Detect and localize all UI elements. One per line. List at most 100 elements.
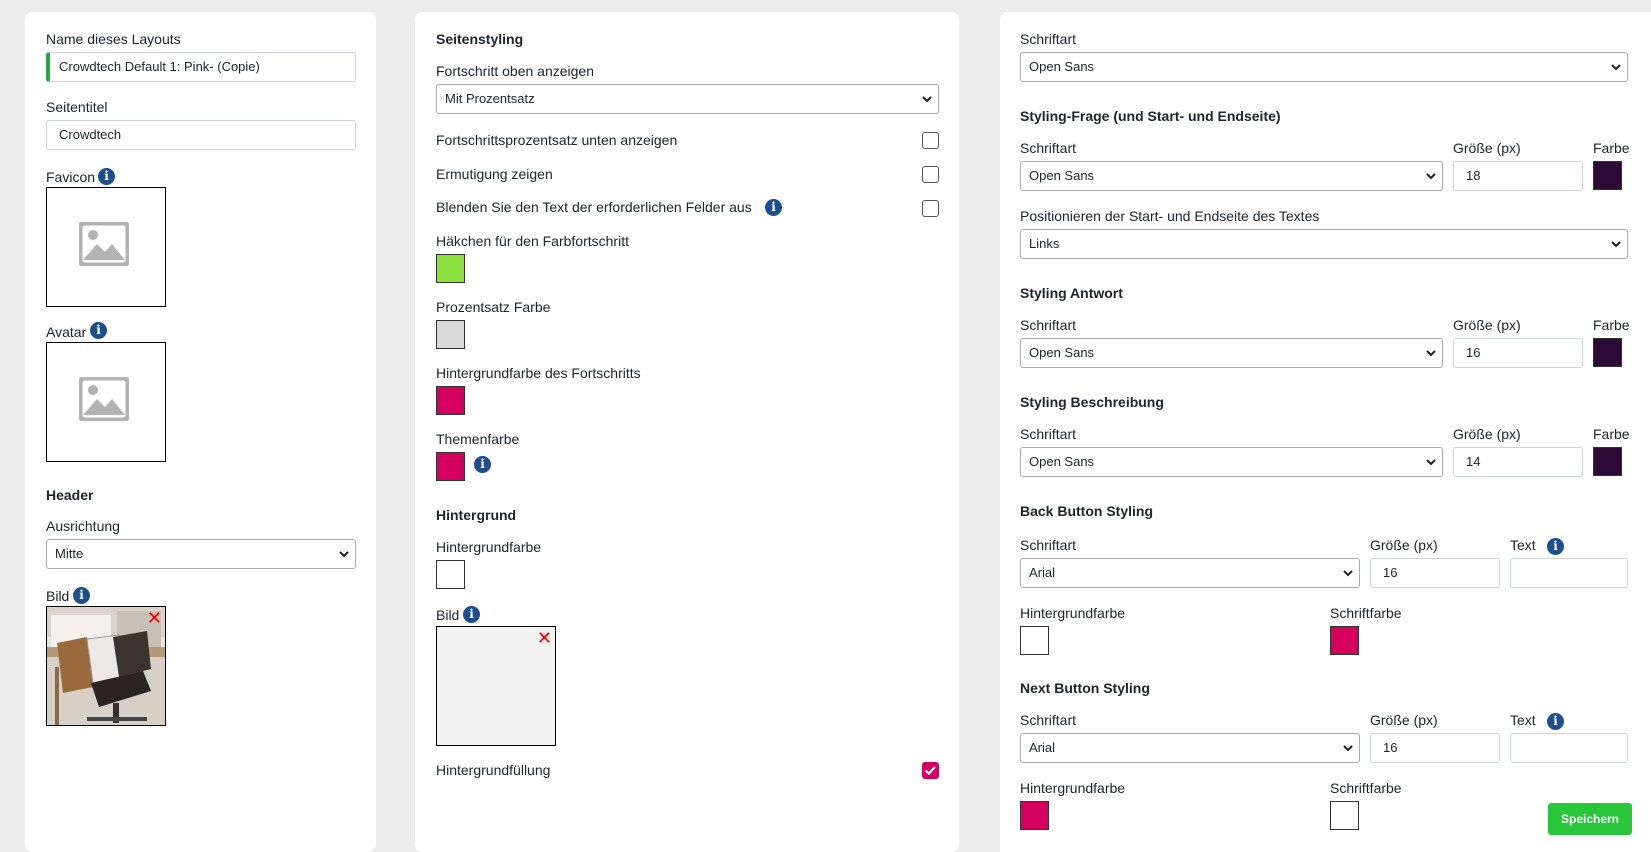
answer-color-swatch[interactable] (1593, 338, 1622, 367)
favicon-label: Favicon (46, 169, 96, 185)
chevron-down-icon (1343, 745, 1353, 752)
progress-top-select[interactable]: Mit Prozentsatz (436, 84, 939, 114)
description-font-select[interactable]: Open Sans (1020, 447, 1443, 477)
position-label: Positionieren der Start- und Endseite de… (1020, 208, 1320, 224)
encouragement-label: Ermutigung zeigen (436, 166, 553, 182)
bg-image-upload[interactable]: ✕ (436, 626, 556, 746)
next-text-info-icon[interactable]: i (1547, 713, 1564, 730)
hide-required-info-icon[interactable]: i (765, 199, 782, 216)
layout-name-input[interactable]: Crowdtech Default 1: Pink- (Copie) (46, 52, 356, 82)
tick-color-swatch[interactable] (436, 254, 465, 283)
question-font-select[interactable]: Open Sans (1020, 161, 1443, 191)
avatar-upload[interactable] (46, 342, 166, 462)
theme-color-swatch[interactable] (436, 452, 465, 481)
description-size-input[interactable]: 14 (1453, 447, 1583, 477)
bg-color-label: Hintergrundfarbe (436, 539, 542, 555)
question-font-label: Schriftart (1020, 140, 1077, 156)
page-title-input[interactable]: Crowdtech (46, 120, 356, 150)
back-text-input[interactable] (1510, 558, 1628, 588)
favicon-info-icon[interactable]: i (98, 168, 115, 185)
image-placeholder-icon (79, 222, 129, 266)
question-size-input[interactable]: 18 (1453, 161, 1583, 191)
font-label: Schriftart (1020, 31, 1077, 47)
answer-color-label: Farbe (1593, 317, 1630, 333)
description-color-swatch[interactable] (1593, 447, 1622, 476)
back-font-color-swatch[interactable] (1330, 626, 1359, 655)
percent-color-swatch[interactable] (436, 320, 465, 349)
progress-bg-color-label: Hintergrundfarbe des Fortschritts (436, 365, 641, 381)
remove-image-icon[interactable]: ✕ (147, 609, 162, 627)
save-button[interactable]: Speichern (1548, 803, 1632, 835)
back-font-label: Schriftart (1020, 537, 1077, 553)
back-bg-color-swatch[interactable] (1020, 626, 1049, 655)
next-bg-color-swatch[interactable] (1020, 801, 1049, 830)
position-value: Links (1029, 236, 1060, 251)
description-size-label: Größe (px) (1453, 426, 1521, 442)
encouragement-checkbox[interactable] (922, 166, 939, 183)
chevron-down-icon (339, 551, 349, 558)
page-title-label: Seitentitel (46, 99, 108, 115)
background-heading: Hintergrund (436, 507, 517, 523)
header-image-info-icon[interactable]: i (73, 587, 90, 604)
chevron-down-icon (1426, 459, 1436, 466)
back-text-info-icon[interactable]: i (1547, 538, 1564, 555)
hide-required-text-checkbox[interactable] (922, 200, 939, 217)
answer-font-select[interactable]: Open Sans (1020, 338, 1443, 368)
back-font-color-label: Schriftfarbe (1330, 605, 1402, 621)
next-font-select[interactable]: Arial (1020, 733, 1360, 763)
answer-size-input[interactable]: 16 (1453, 338, 1583, 368)
next-text-input[interactable] (1510, 733, 1628, 763)
next-font-label: Schriftart (1020, 712, 1077, 728)
header-image-upload[interactable]: ✕ (46, 606, 166, 726)
percent-color-label: Prozentsatz Farbe (436, 299, 551, 315)
back-button-styling-heading: Back Button Styling (1020, 503, 1154, 519)
chevron-down-icon (1611, 241, 1621, 248)
progress-top-label: Fortschritt oben anzeigen (436, 63, 594, 79)
chevron-down-icon (1611, 64, 1621, 71)
bg-fill-label: Hintergrundfüllung (436, 762, 551, 778)
next-font-color-label: Schriftfarbe (1330, 780, 1402, 796)
next-size-input[interactable]: 16 (1370, 733, 1500, 763)
back-text-label: Text (1510, 537, 1536, 553)
question-size-label: Größe (px) (1453, 140, 1521, 156)
question-styling-heading: Styling-Frage (und Start- und Endseite) (1020, 108, 1281, 124)
next-size-label: Größe (px) (1370, 712, 1438, 728)
chevron-down-icon (922, 96, 932, 103)
page-styling-heading: Seitenstyling (436, 31, 524, 47)
chevron-down-icon (1343, 570, 1353, 577)
progress-percent-bottom-label: Fortschrittsprozentsatz unten anzeigen (436, 132, 678, 148)
question-color-swatch[interactable] (1593, 161, 1622, 190)
description-styling-heading: Styling Beschreibung (1020, 394, 1164, 410)
font-select[interactable]: Open Sans (1020, 52, 1628, 82)
bg-fill-checkbox[interactable] (922, 762, 939, 779)
layout-name-label: Name dieses Layouts (46, 31, 181, 47)
tick-color-label: Häkchen für den Farbfortschritt (436, 233, 629, 249)
back-size-label: Größe (px) (1370, 537, 1438, 553)
next-font-value: Arial (1029, 740, 1056, 755)
position-select[interactable]: Links (1020, 229, 1628, 259)
theme-color-info-icon[interactable]: i (474, 456, 491, 473)
alignment-label: Ausrichtung (46, 518, 120, 534)
description-font-label: Schriftart (1020, 426, 1077, 442)
answer-size-label: Größe (px) (1453, 317, 1521, 333)
progress-bg-color-swatch[interactable] (436, 386, 465, 415)
theme-color-label: Themenfarbe (436, 431, 520, 447)
back-bg-color-label: Hintergrundfarbe (1020, 605, 1126, 621)
bg-image-label: Bild (436, 607, 460, 623)
bg-image-info-icon[interactable]: i (463, 606, 480, 623)
back-font-select[interactable]: Arial (1020, 558, 1360, 588)
favicon-upload[interactable] (46, 187, 166, 307)
bg-color-swatch[interactable] (436, 560, 465, 589)
description-color-label: Farbe (1593, 426, 1630, 442)
image-placeholder-icon (79, 377, 129, 421)
alignment-select[interactable]: Mitte (46, 539, 356, 569)
back-size-input[interactable]: 16 (1370, 558, 1500, 588)
avatar-info-icon[interactable]: i (90, 322, 107, 339)
answer-font-value: Open Sans (1029, 345, 1095, 360)
chevron-down-icon (1426, 350, 1436, 357)
next-font-color-swatch[interactable] (1330, 801, 1359, 830)
next-bg-color-label: Hintergrundfarbe (1020, 780, 1126, 796)
remove-image-icon[interactable]: ✕ (537, 629, 552, 647)
progress-percent-bottom-checkbox[interactable] (922, 132, 939, 149)
answer-font-label: Schriftart (1020, 317, 1077, 333)
